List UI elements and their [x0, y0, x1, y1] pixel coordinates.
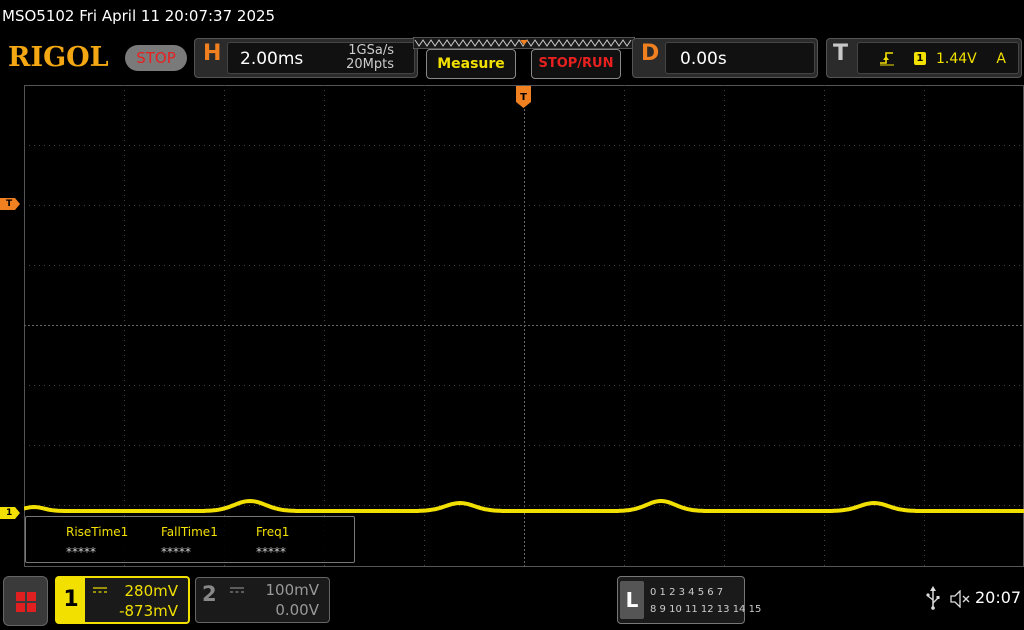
measurement-name: Freq1: [256, 525, 290, 539]
measure-button[interactable]: Measure: [426, 49, 516, 79]
logic-analyzer-panel[interactable]: L 0 1 2 3 4 5 6 7 8 9 10 11 12 13 14 15: [617, 576, 761, 624]
channel1-panel[interactable]: 1 280mV -873mV: [55, 576, 190, 624]
trigger-position-strip: [413, 37, 635, 49]
bottom-bar: 1 280mV -873mV 2 100mV 0.00V L 0 1 2 3 4…: [0, 572, 1024, 630]
channel2-offset: 0.00V: [275, 601, 319, 619]
speaker-muted-icon[interactable]: [950, 590, 972, 608]
digital-channels-row1: 0 1 2 3 4 5 6 7: [650, 587, 724, 598]
status-clock: 20:07: [975, 588, 1022, 607]
title-bar: MSO5102 Fri April 11 20:07:37 2025: [0, 0, 1024, 32]
delay-display: 0.00s: [665, 42, 815, 74]
channel2-number: 2: [202, 582, 217, 606]
timebase-value: 2.00ms: [240, 49, 304, 69]
measurement-name: FallTime1: [161, 525, 218, 539]
dc-coupling-icon: [230, 587, 244, 593]
measurement-item: Freq1 *****: [256, 525, 289, 559]
delay-value: 0.00s: [680, 49, 727, 69]
trigger-source-badge: 1: [914, 52, 926, 65]
channel1-offset: -873mV: [119, 602, 178, 620]
trigger-position-label: T: [520, 92, 527, 103]
sample-rate: 1GSa/s: [348, 43, 394, 58]
trigger-level-marker[interactable]: T: [0, 198, 20, 210]
horizontal-letter: H: [203, 41, 222, 66]
graticule: [24, 85, 1024, 567]
top-toolbar: RIGOL STOP H 2.00ms 1GSa/s 20Mpts Measur…: [0, 36, 1024, 82]
channel1-offset-marker[interactable]: 1: [0, 507, 20, 519]
delay-panel[interactable]: D 0.00s: [632, 38, 818, 78]
horizontal-panel[interactable]: H 2.00ms 1GSa/s 20Mpts: [194, 38, 418, 78]
menu-grid-icon: [16, 592, 36, 612]
measurement-item: FallTime1 *****: [161, 525, 218, 559]
rigol-logo: RIGOL: [8, 42, 109, 73]
usb-icon: [926, 586, 940, 610]
channel1-number: 1: [57, 578, 85, 622]
digital-channels-row2: 8 9 10 11 12 13 14 15: [650, 604, 762, 615]
delay-letter: D: [641, 41, 660, 66]
stop-run-button[interactable]: STOP/RUN: [531, 49, 621, 79]
rising-edge-icon: [880, 52, 894, 66]
channel2-scale: 100mV: [265, 581, 319, 599]
logic-analyzer-letter: L: [620, 581, 644, 619]
memory-depth: 20Mpts: [346, 57, 394, 72]
run-state-badge[interactable]: STOP: [125, 45, 187, 71]
measurement-value: *****: [256, 545, 286, 559]
measurement-panel[interactable]: RiseTime1 ***** FallTime1 ***** Freq1 **…: [25, 516, 355, 563]
trigger-display: 1 1.44V A: [857, 42, 1019, 74]
trigger-position-marker[interactable]: T: [516, 86, 531, 108]
trigger-letter: T: [833, 41, 849, 66]
channel1-scale: 280mV: [124, 582, 178, 600]
measurement-value: *****: [66, 545, 96, 559]
trigger-mode: A: [996, 51, 1006, 67]
measurement-item: RiseTime1 *****: [66, 525, 128, 559]
horizontal-display: 2.00ms 1GSa/s 20Mpts: [227, 42, 415, 74]
menu-button[interactable]: [3, 576, 48, 626]
measurement-value: *****: [161, 545, 191, 559]
trigger-level: 1.44V: [936, 51, 977, 67]
trigger-panel[interactable]: T 1 1.44V A: [826, 38, 1022, 78]
waveform-grid[interactable]: [24, 85, 1024, 567]
sample-info: 1GSa/s 20Mpts: [346, 44, 394, 72]
device-datetime: MSO5102 Fri April 11 20:07:37 2025: [2, 7, 276, 25]
dc-coupling-icon: [93, 587, 107, 593]
measurement-name: RiseTime1: [66, 525, 129, 539]
channel2-panel[interactable]: 2 100mV 0.00V: [195, 577, 330, 623]
